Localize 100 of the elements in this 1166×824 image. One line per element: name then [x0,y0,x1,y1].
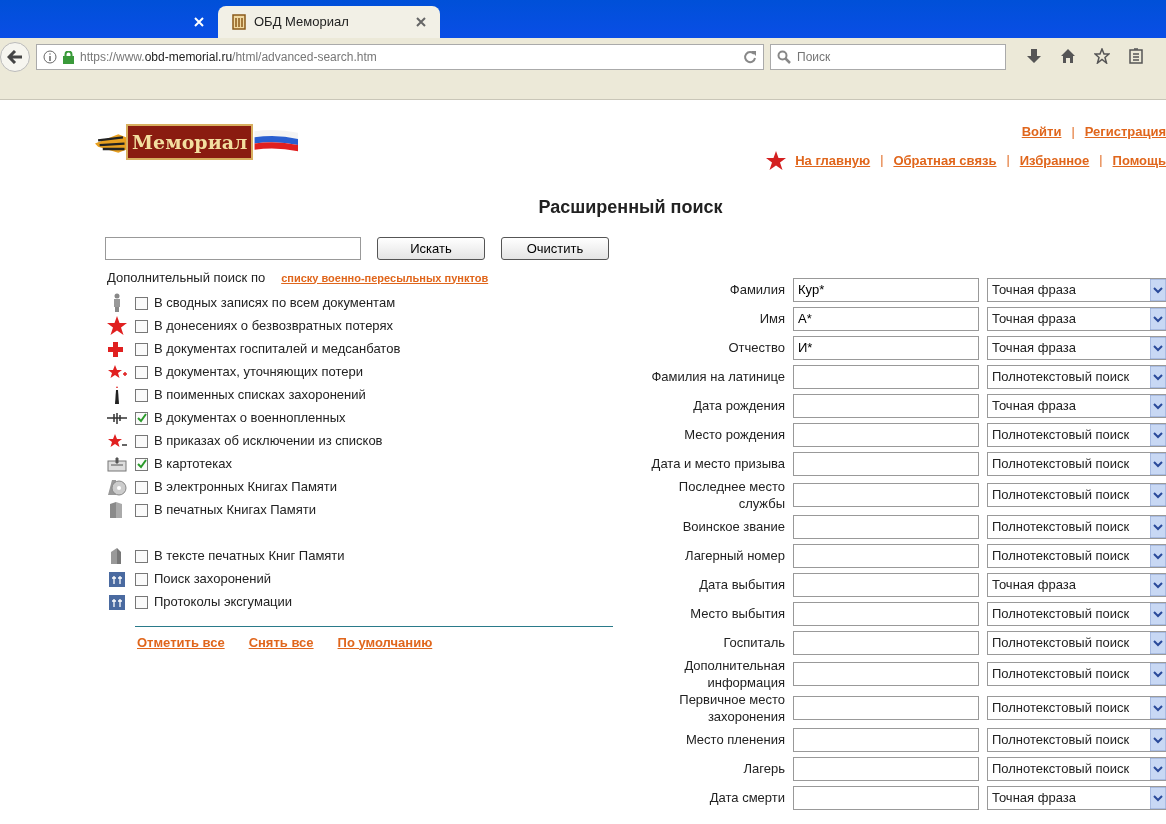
text-field[interactable]: Кур* [793,277,979,302]
text-field[interactable] [793,422,979,447]
checkbox[interactable] [135,411,148,425]
checkbox[interactable] [135,503,148,517]
text-field[interactable] [793,785,979,810]
checkbox-label: Поиск захоронений [154,570,271,589]
search-icon [777,50,791,64]
separator: | [1071,125,1075,139]
person-icon [113,293,121,313]
text-field[interactable] [793,483,979,507]
text-field[interactable] [793,727,979,752]
text-field[interactable] [793,543,979,568]
check-icon [136,413,147,423]
checkbox[interactable] [135,457,148,471]
mode-dropdown[interactable]: Точная фраза [987,306,1166,331]
text-field[interactable] [793,514,979,539]
tab-title: ОБД Мемориал [254,13,350,32]
mode-dropdown[interactable]: Точная фраза [987,785,1166,810]
nav-link[interactable]: Обратная связь [893,151,997,171]
close-icon [194,17,204,27]
separator: | [880,152,884,170]
checkbox-label: В поименных списках захоронений [154,386,366,405]
text-field[interactable] [793,572,979,597]
mode-dropdown[interactable]: Полнотекстовый поиск [987,696,1166,720]
mode-dropdown[interactable]: Полнотекстовый поиск [987,601,1166,626]
dropdown-arrow-icon [1150,307,1166,330]
info-icon [43,50,57,64]
field-label: Первичное место захоронения [678,691,785,725]
field-label: Последнее место службы [677,478,785,512]
mode-dropdown[interactable]: Точная фраза [987,393,1166,418]
dropdown-arrow-icon [1150,602,1166,625]
text-field[interactable] [793,756,979,781]
mode-dropdown[interactable]: Полнотекстовый поиск [987,662,1166,686]
mode-dropdown[interactable]: Полнотекстовый поиск [987,543,1166,568]
dropdown-arrow-icon [1150,573,1166,596]
star-icon [107,316,127,336]
text-field[interactable] [793,630,979,655]
grave-icon [107,592,127,612]
field-label: Дата и место призыва [650,455,785,472]
clipboard-icon[interactable] [1128,48,1144,64]
checkbox[interactable] [135,296,148,310]
search-input[interactable] [105,237,361,260]
text-field[interactable]: А* [793,306,979,331]
dropdown-arrow-icon [1150,728,1166,751]
checkbox[interactable] [135,480,148,494]
text-field[interactable]: И* [793,335,979,360]
checkbox-label: В сводных записях по всем документам [154,294,396,313]
text-field[interactable] [793,393,979,418]
browser-tab[interactable]: ОБД Мемориал [218,6,440,38]
dropdown-arrow-icon [1150,484,1166,506]
dropdown-arrow-icon [1150,452,1166,475]
card-box-icon [107,454,127,474]
field-label: Воинское звание [681,518,785,535]
home-icon[interactable] [1060,48,1076,64]
mode-dropdown[interactable]: Полнотекстовый поиск [987,451,1166,476]
checkbox[interactable] [135,388,148,402]
dropdown-arrow-icon [1150,697,1166,719]
checkbox[interactable] [135,595,148,609]
field-label: Имя [758,310,785,327]
checkbox[interactable] [135,365,148,379]
mode-dropdown[interactable]: Полнотекстовый поиск [987,364,1166,389]
mode-dropdown[interactable]: Полнотекстовый поиск [987,630,1166,655]
mode-dropdown[interactable]: Полнотекстовый поиск [987,422,1166,447]
reload-icon[interactable] [743,50,757,64]
logo[interactable]: Мемориал [95,112,300,172]
text-field[interactable] [793,601,979,626]
checkbox[interactable] [135,572,148,586]
check-icon [136,459,147,469]
checkbox[interactable] [135,549,148,563]
text-field[interactable] [793,451,979,476]
checkbox[interactable] [135,434,148,448]
page-title: Расширенный поиск [537,196,724,219]
mode-dropdown[interactable]: Полнотекстовый поиск [987,756,1166,781]
mode-dropdown[interactable]: Точная фраза [987,277,1166,302]
back-button[interactable] [0,42,30,72]
mode-dropdown[interactable]: Точная фраза [987,335,1166,360]
dropdown-arrow-icon [1150,544,1166,567]
address-bar[interactable]: https://www.obd-memorial.ru/html/advanced-search.htm [36,44,764,70]
mode-dropdown[interactable]: Точная фраза [987,572,1166,597]
text-field[interactable] [793,364,979,389]
mode-dropdown[interactable]: Полнотекстовый поиск [987,514,1166,539]
field-label: Фамилия на латинице [650,368,785,385]
url-text: https://www.obd-memorial.ru/html/advanced-search.htm [80,49,377,66]
checkbox-label: В печатных Книгах Памяти [154,501,316,520]
checkbox-label: В документах о военнопленных [154,409,346,428]
search-button[interactable]: Искать [377,237,485,260]
dropdown-arrow-icon [1150,394,1166,417]
star-icon[interactable] [1094,48,1110,64]
selection-link[interactable]: По умолчанию [337,632,433,652]
text-field[interactable] [793,696,979,720]
checkbox[interactable] [135,342,148,356]
search-button[interactable]: Очистить [501,237,609,260]
checkbox-label: В донесениях о безвозвратных потерях [154,317,393,336]
search-field[interactable]: Поиск [770,44,1006,70]
mode-dropdown[interactable]: Полнотекстовый поиск [987,483,1166,507]
mode-dropdown[interactable]: Полнотекстовый поиск [987,727,1166,752]
checkbox[interactable] [135,319,148,333]
field-label: Дата выбытия [698,576,785,593]
download-icon[interactable] [1026,48,1042,64]
text-field[interactable] [793,662,979,686]
